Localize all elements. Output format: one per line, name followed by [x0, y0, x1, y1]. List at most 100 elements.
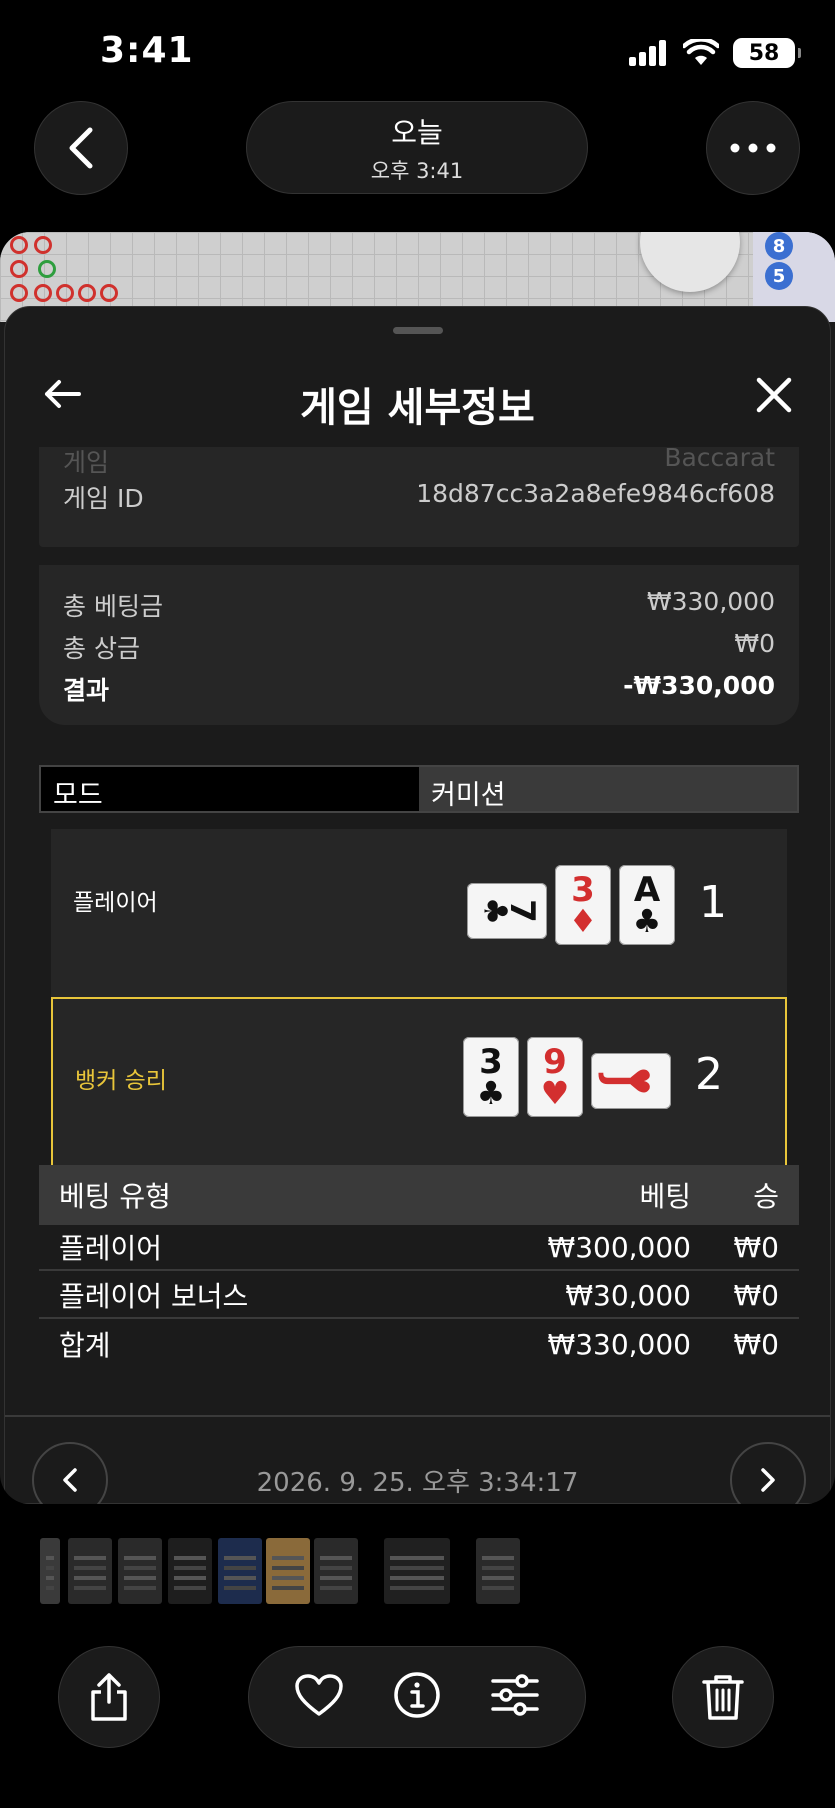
header-bet-type: 베팅 유형: [59, 1180, 171, 1213]
thumbnail-current[interactable]: [384, 1538, 450, 1604]
roadmap-circle: [56, 284, 74, 302]
more-dots-icon: [730, 143, 776, 153]
total-winnings-value: ₩0: [734, 629, 775, 658]
player-label: 플레이어: [73, 890, 158, 916]
adjust-button[interactable]: [490, 1674, 540, 1720]
roadmap-circle: [34, 284, 52, 302]
header-win: 승: [753, 1180, 779, 1213]
delete-button[interactable]: [672, 1646, 774, 1748]
result-label: 결과: [63, 676, 110, 705]
total-bet-value: ₩330,000: [646, 587, 775, 616]
tabs: 모드 커미션: [39, 765, 799, 813]
sheet-grabber[interactable]: [393, 327, 443, 334]
screenshot-photo[interactable]: 8 5 게임 세부정보 게임 Baccarat 게임 ID 18d87cc3a2…: [0, 232, 835, 1504]
bet-amount-cell: ₩30,000: [565, 1278, 691, 1312]
favorite-button[interactable]: [294, 1673, 344, 1721]
thumbnail[interactable]: [168, 1538, 212, 1604]
trash-icon: [702, 1675, 744, 1720]
chevron-left-icon: [69, 127, 93, 169]
card-rank: 7: [501, 899, 542, 923]
roadmap-circle: [38, 260, 56, 278]
tab-mode[interactable]: 모드: [41, 767, 419, 811]
battery-indicator: 58: [733, 38, 801, 68]
share-button[interactable]: [58, 1646, 160, 1748]
wifi-icon: [683, 39, 719, 65]
sliders-icon: [491, 1674, 540, 1716]
banker-card: 3 ♣: [463, 1037, 519, 1117]
close-icon: [756, 377, 792, 413]
game-info-card: 게임 Baccarat 게임 ID 18d87cc3a2a8efe9846cf6…: [39, 443, 799, 547]
win-amount-cell: ₩0: [733, 1230, 780, 1264]
thumbnail[interactable]: [218, 1538, 262, 1604]
status-time: 3:41: [100, 30, 194, 71]
banker-score: 2: [695, 1049, 723, 1100]
thumbnail[interactable]: [266, 1538, 310, 1604]
game-id-label: 게임 ID: [63, 484, 144, 513]
header-bet: 베팅: [639, 1180, 691, 1213]
roadmap-number: 8: [765, 232, 793, 260]
tab-commission[interactable]: 커미션: [419, 767, 797, 811]
banker-card: 9 ♥: [527, 1037, 583, 1117]
cellular-signal-icon: [629, 40, 666, 66]
card-suit: ♥: [618, 1066, 657, 1096]
win-amount-cell: ₩0: [733, 1278, 780, 1312]
roadmap-circle: [10, 284, 28, 302]
bet-summary-card: 총 베팅금 ₩330,000 총 상금 ₩0 결과 -₩330,000: [39, 565, 799, 725]
game-value: Baccarat: [664, 443, 775, 472]
heart-icon: [294, 1674, 343, 1716]
thumbnail[interactable]: [68, 1538, 112, 1604]
battery-level: 58: [748, 40, 780, 66]
thumbnail[interactable]: [118, 1538, 162, 1604]
date-subtitle: 오후 3:41: [370, 158, 464, 183]
total-bet-row: 총 베팅금 ₩330,000: [63, 587, 775, 623]
thumbnail[interactable]: [314, 1538, 358, 1604]
player-card: A ♣: [619, 865, 675, 945]
roadmap-circle: [34, 236, 52, 254]
roadmap-toggle-knob: [640, 232, 740, 292]
roadmap-number: 5: [765, 262, 793, 290]
sheet-title: 게임 세부정보: [300, 385, 535, 431]
bet-amount-cell: ₩300,000: [547, 1230, 691, 1264]
result-value: -₩330,000: [623, 671, 775, 700]
info-button[interactable]: [393, 1671, 441, 1723]
photo-date-title: 오늘 오후 3:41: [246, 101, 588, 194]
game-row: 게임 Baccarat: [63, 443, 775, 479]
card-suit: ♣: [632, 902, 662, 940]
player-hand: 플레이어 ♣ 7 3 ♦ A ♣ 1: [51, 829, 787, 997]
date-title: 오늘: [391, 115, 443, 149]
result-row: 결과 -₩330,000: [63, 671, 775, 707]
bet-type-cell: 합계: [59, 1329, 111, 1362]
player-card: ♣ 7: [467, 883, 547, 939]
bet-amount-cell: ₩330,000: [547, 1327, 691, 1361]
total-winnings-label: 총 상금: [63, 634, 140, 663]
banker-hand: 뱅커 승리 3 ♣ 9 ♥ J ♥ 2: [51, 997, 787, 1167]
card-suit: ♥: [540, 1074, 570, 1112]
player-card: 3 ♦: [555, 865, 611, 945]
banker-label: 뱅커 승리: [75, 1068, 167, 1094]
bets-table-header: 베팅 유형 베팅 승: [39, 1165, 799, 1225]
status-icons: 58: [629, 38, 801, 68]
roadmap-circle: [100, 284, 118, 302]
game-timestamp: 2026. 9. 25. 오후 3:34:17: [256, 1468, 579, 1498]
total-bet-label: 총 베팅금: [63, 592, 163, 621]
photo-actions: [248, 1646, 586, 1748]
chevron-right-icon: [761, 1468, 775, 1492]
sheet-close-button[interactable]: [756, 377, 792, 417]
thumbnail[interactable]: [476, 1538, 520, 1604]
total-winnings-row: 총 상금 ₩0: [63, 629, 775, 665]
more-button[interactable]: [706, 101, 800, 195]
thumbnail[interactable]: [40, 1538, 60, 1604]
win-amount-cell: ₩0: [733, 1327, 780, 1361]
roadmap-circle: [10, 236, 28, 254]
card-suit: ♣: [476, 1074, 506, 1112]
game-id-value: 18d87cc3a2a8efe9846cf608: [416, 479, 775, 508]
table-row-total: 합계 ₩330,000 ₩0: [39, 1321, 799, 1367]
sheet-header: 게임 세부정보: [5, 347, 830, 437]
table-row: 플레이어 ₩300,000 ₩0: [39, 1225, 799, 1271]
game-id-row: 게임 ID 18d87cc3a2a8efe9846cf608: [63, 479, 775, 515]
roadmap-circle: [78, 284, 96, 302]
bet-type-cell: 플레이어: [59, 1232, 163, 1265]
back-button[interactable]: [34, 101, 128, 195]
share-icon: [91, 1673, 127, 1721]
roadmap-circle: [10, 260, 28, 278]
